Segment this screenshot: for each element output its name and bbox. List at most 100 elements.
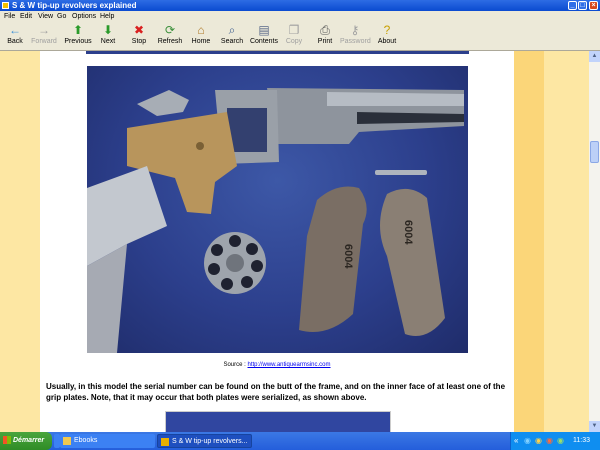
contents-button[interactable]: ▤ Contents (249, 24, 279, 49)
start-button[interactable]: Démarrer (0, 432, 52, 450)
app-icon (2, 2, 9, 9)
menu-go[interactable]: Go (57, 11, 66, 22)
previous-image-bottom (86, 51, 469, 54)
menu-file[interactable]: File (4, 11, 15, 22)
print-button[interactable]: ⎙ Print (315, 24, 335, 49)
up-arrow-icon: ⬆ (72, 23, 84, 37)
refresh-icon: ⟳ (164, 23, 176, 37)
cylinder-center (226, 254, 244, 272)
window-title: S & W tip-up revolvers explained (12, 1, 137, 10)
close-button[interactable]: × (589, 1, 598, 10)
password-button[interactable]: ⚷ Password (340, 24, 371, 49)
taskbar: Démarrer Ebooks S & W tip-up revolvers..… (0, 432, 600, 450)
copy-icon: ❐ (288, 23, 300, 37)
next-photo (165, 411, 391, 432)
forward-arrow-icon: → (38, 23, 50, 37)
chamber (211, 244, 223, 256)
menu-options[interactable]: Options (72, 11, 96, 22)
contents-icon: ▤ (258, 23, 270, 37)
revolver-image: 6004 6004 (87, 88, 464, 353)
revolver-photo: 6004 6004 (87, 66, 468, 353)
next-button[interactable]: ⬇ Next (97, 24, 119, 49)
windows-logo-icon (3, 436, 11, 445)
right-grip-serial: 6004 (402, 220, 414, 245)
home-icon: ⌂ (197, 23, 205, 37)
refresh-button[interactable]: ⟳ Refresh (156, 24, 184, 49)
about-label: About (377, 38, 397, 45)
source-link[interactable]: http://www.antiquearmsinc.com (247, 362, 330, 368)
previous-button[interactable]: ⬆ Previous (64, 24, 92, 49)
scroll-down-button[interactable]: ▼ (589, 421, 600, 432)
menu-edit[interactable]: Edit (20, 11, 32, 22)
maximize-button[interactable]: □ (578, 1, 587, 10)
grip-screw (375, 170, 427, 175)
taskbar-button-ebooks[interactable]: Ebooks (60, 434, 155, 448)
menu-view[interactable]: View (38, 11, 53, 22)
back-arrow-icon: ← (9, 23, 21, 37)
frame-screw (196, 142, 204, 150)
security-icon[interactable]: ◉ (546, 436, 553, 445)
next-label: Next (100, 38, 116, 45)
menu-help[interactable]: Help (100, 11, 114, 22)
right-page-border (544, 51, 589, 432)
minimize-button[interactable]: _ (568, 1, 577, 10)
left-grip-plate (299, 186, 367, 332)
chamber (246, 243, 258, 255)
scroll-up-button[interactable]: ▲ (589, 51, 600, 62)
start-label: Démarrer (13, 437, 45, 444)
left-page-border (0, 51, 40, 432)
shield-icon[interactable]: ◉ (535, 436, 542, 445)
content-area[interactable]: 6004 6004 Source : http://www.antiquearm… (0, 51, 589, 432)
stop-icon: ✖ (133, 23, 145, 37)
taskbar-ebooks-label: Ebooks (74, 437, 98, 444)
right-page-strip (514, 51, 544, 432)
down-arrow-icon: ⬇ (102, 23, 114, 37)
photo-caption: Source : http://www.antiquearmsinc.com (40, 362, 514, 368)
previous-label: Previous (64, 38, 92, 45)
network-icon[interactable]: ◉ (524, 436, 531, 445)
about-button[interactable]: ? About (376, 24, 398, 49)
chamber (208, 263, 220, 275)
revolver-hammer (137, 90, 189, 116)
chamber (221, 278, 233, 290)
grip-frame (87, 166, 167, 266)
about-icon: ? (383, 23, 391, 37)
print-label: Print (317, 38, 333, 45)
page-body: 6004 6004 Source : http://www.antiquearm… (40, 51, 514, 432)
taskbar-button-revolvers[interactable]: S & W tip-up revolvers... (157, 434, 252, 448)
back-button[interactable]: ← Back (4, 24, 26, 49)
taskbar-revolvers-label: S & W tip-up revolvers... (172, 438, 248, 445)
home-button[interactable]: ⌂ Home (190, 24, 212, 49)
folder-icon (63, 437, 71, 445)
stop-label: Stop (131, 38, 147, 45)
system-tray: « ◉ ◉ ◉ ◉ 11:33 (510, 432, 600, 450)
right-grip-plate (380, 188, 445, 336)
title-bar: S & W tip-up revolvers explained _ □ × (0, 0, 600, 11)
contents-label: Contents (249, 38, 279, 45)
chamber (229, 235, 241, 247)
clock: 11:33 (573, 437, 590, 444)
forward-label: Forward (31, 38, 57, 45)
left-grip-serial: 6004 (342, 244, 354, 269)
refresh-label: Refresh (157, 38, 183, 45)
body-paragraph: Usually, in this model the serial number… (46, 382, 506, 402)
chamber (251, 260, 263, 272)
search-button[interactable]: ⌕ Search (219, 24, 245, 49)
menu-bar: File Edit View Go Options Help (0, 11, 600, 22)
forward-button[interactable]: → Forward (30, 24, 58, 49)
password-label: Password (340, 38, 371, 45)
tray-arrow-icon[interactable]: « (514, 436, 518, 445)
search-icon: ⌕ (228, 23, 236, 37)
home-label: Home (191, 38, 211, 45)
print-icon: ⎙ (320, 23, 330, 37)
search-label: Search (220, 38, 244, 45)
stop-button[interactable]: ✖ Stop (128, 24, 150, 49)
volume-icon[interactable]: ◉ (557, 436, 564, 445)
caption-prefix: Source : (223, 362, 248, 368)
toolbar: ← Back → Forward ⬆ Previous ⬇ Next ✖ Sto… (0, 22, 600, 51)
scroll-thumb[interactable] (590, 141, 599, 163)
vertical-scrollbar[interactable]: ▲ ▼ (589, 51, 600, 432)
barrel-highlight (327, 92, 464, 106)
copy-label: Copy (285, 38, 303, 45)
copy-button[interactable]: ❐ Copy (284, 24, 304, 49)
